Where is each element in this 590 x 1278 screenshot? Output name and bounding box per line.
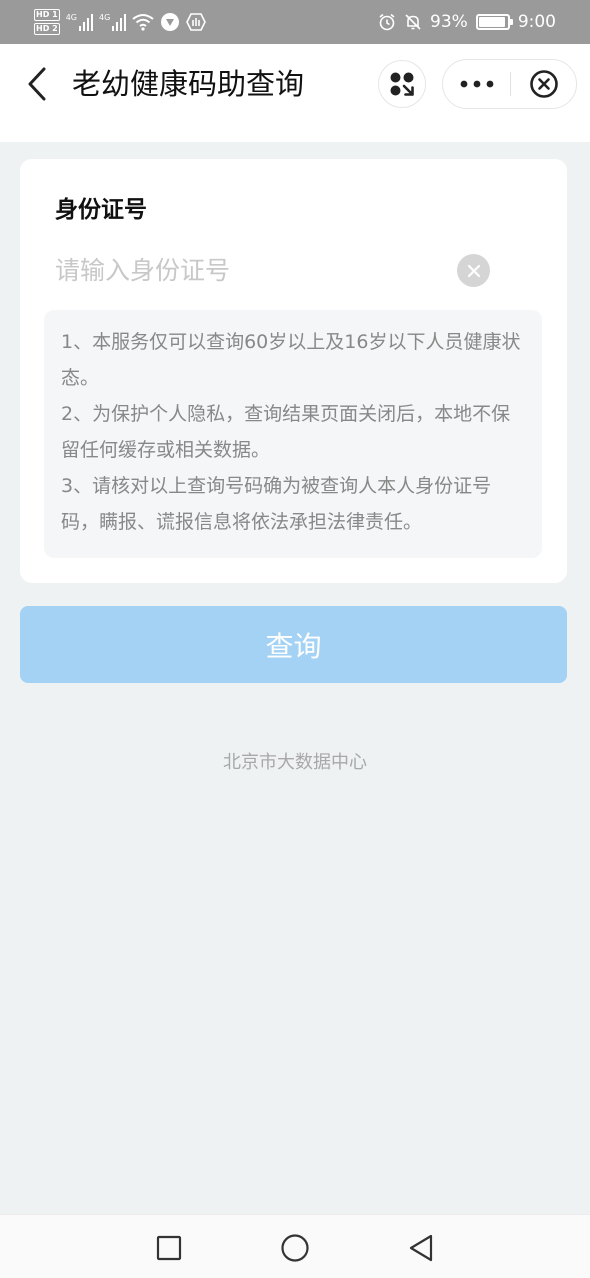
battery-fill — [478, 17, 505, 27]
nav-bar: 老幼健康码助查询 — [0, 44, 590, 142]
back-nav-icon — [409, 1234, 433, 1262]
page-title: 老幼健康码助查询 — [72, 67, 305, 101]
mini-program-icon — [390, 72, 414, 96]
id-number-label: 身份证号 — [55, 197, 147, 223]
id-number-input[interactable] — [55, 247, 455, 293]
close-icon — [530, 70, 558, 98]
hd-icon: HD 1 HD 2 — [34, 9, 60, 35]
app-notification-icon-2 — [186, 13, 207, 31]
status-left-group: HD 1 HD 2 4G 4G — [34, 6, 207, 38]
system-nav-bar — [0, 1214, 590, 1278]
status-bar: HD 1 HD 2 4G 4G 93% 9:00 — [0, 0, 590, 44]
clear-icon — [467, 264, 480, 277]
recent-apps-icon — [156, 1235, 182, 1261]
mini-program-button[interactable] — [378, 60, 426, 108]
hd-badge-1: HD 1 — [34, 9, 60, 21]
network-type-1: 4G — [65, 13, 77, 22]
battery-percent: 93% — [430, 12, 468, 32]
notice-item-1: 1、本服务仅可以查询60岁以上及16岁以下人员健康状态。 — [61, 331, 521, 389]
more-icon — [460, 80, 493, 88]
alarm-icon — [379, 13, 395, 31]
notice-item-3: 3、请核对以上查询号码确为被查询人本人身份证号码，瞒报、谎报信息将依法承担法律责… — [61, 475, 492, 533]
notice-item-2: 2、为保护个人隐私，查询结果页面关闭后，本地不保留任何缓存或相关数据。 — [61, 403, 511, 461]
status-right-group: 93% 9:00 — [378, 0, 556, 44]
mute-icon — [405, 14, 421, 30]
network-type-2: 4G — [98, 13, 111, 22]
provider-footer: 北京市大数据中心 — [223, 752, 367, 773]
home-button[interactable] — [278, 1231, 312, 1265]
app-notification-icon — [161, 13, 180, 31]
capsule-menu — [442, 59, 577, 109]
battery-icon — [475, 14, 513, 30]
notice-box: 1、本服务仅可以查询60岁以上及16岁以下人员健康状态。 2、为保护个人隐私，查… — [44, 310, 542, 558]
query-form-card: 身份证号 1、本服务仅可以查询60岁以上及16岁以下人员健康状态。 2、为保护个… — [20, 159, 567, 583]
close-button[interactable] — [511, 60, 577, 108]
home-icon — [281, 1234, 309, 1262]
signal-icon-2: 4G — [98, 13, 127, 31]
more-button[interactable] — [443, 60, 510, 108]
query-button[interactable]: 查询 — [20, 606, 567, 683]
back-button[interactable] — [20, 64, 54, 104]
signal-icon: 4G — [66, 13, 93, 31]
hd-badge-2: HD 2 — [34, 23, 60, 35]
clear-input-button[interactable] — [457, 254, 490, 287]
clock: 9:00 — [517, 12, 556, 32]
recent-apps-button[interactable] — [152, 1231, 186, 1265]
system-back-button[interactable] — [404, 1231, 438, 1265]
wifi-icon — [132, 14, 154, 31]
back-icon — [28, 67, 46, 101]
